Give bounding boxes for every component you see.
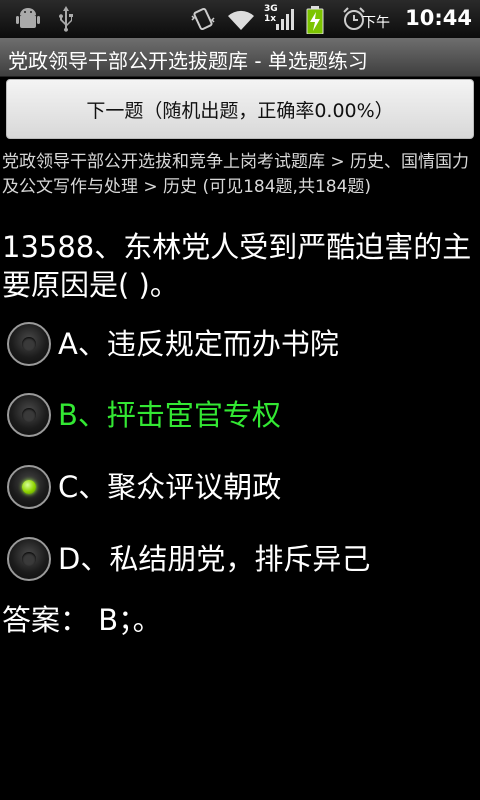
option-d-radio[interactable] bbox=[7, 537, 51, 581]
wifi-icon bbox=[228, 10, 254, 30]
status-ampm: 下午 bbox=[362, 15, 390, 31]
app-title: 党政领导干部公开选拔题库 - 单选题练习 bbox=[8, 49, 368, 73]
title-bar: 党政领导干部公开选拔题库 - 单选题练习 bbox=[0, 38, 480, 77]
question-text: 13588、东林党人受到严酷迫害的主要原因是( )。 bbox=[2, 230, 472, 302]
option-b-label[interactable]: B、抨击宦官专权 bbox=[58, 393, 281, 437]
vibrate-icon bbox=[191, 7, 215, 31]
radio-dot bbox=[22, 480, 36, 494]
next-question-button[interactable]: 下一题（随机出题，正确率0.00%） bbox=[6, 79, 474, 139]
option-d-label[interactable]: D、私结朋党，排斥异己 bbox=[58, 537, 370, 581]
option-c-label[interactable]: C、聚众评议朝政 bbox=[58, 465, 281, 509]
category-breadcrumb: 党政领导干部公开选拔和竞争上岗考试题库 > 历史、国情国力及公文写作与处理 > … bbox=[2, 152, 470, 197]
radio-dot bbox=[22, 408, 36, 422]
option-a-label[interactable]: A、违反规定而办书院 bbox=[58, 322, 339, 366]
radio-dot bbox=[22, 552, 36, 566]
usb-icon bbox=[59, 6, 73, 32]
status-time: 10:44 bbox=[405, 6, 472, 30]
answer-text: 答案： B；。 bbox=[2, 603, 162, 637]
android-debug-icon bbox=[16, 8, 40, 28]
option-a-radio[interactable] bbox=[7, 322, 51, 366]
battery-charging-icon bbox=[306, 6, 324, 34]
option-b[interactable]: B、抨击宦官专权 bbox=[0, 387, 480, 447]
option-d[interactable]: D、私结朋党，排斥异己 bbox=[0, 531, 480, 591]
option-b-radio[interactable] bbox=[7, 393, 51, 437]
option-c[interactable]: C、聚众评议朝政 bbox=[0, 459, 480, 519]
signal-3g-icon bbox=[276, 9, 294, 30]
status-bar: 3G 1x 下午 10:44 bbox=[0, 0, 480, 38]
option-a[interactable]: A、违反规定而办书院 bbox=[0, 316, 480, 376]
radio-dot bbox=[22, 337, 36, 351]
option-c-radio[interactable] bbox=[7, 465, 51, 509]
